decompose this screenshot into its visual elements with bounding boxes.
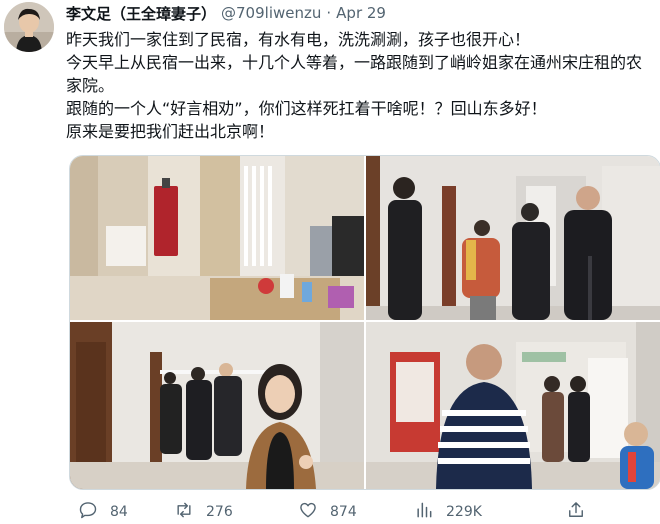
tweet-line: 今天早上从民宿一出来，十几个人等着，一路跟随到了峭岭姐家在通州宋庄租的农家院。 (66, 53, 643, 95)
tweet-line: 昨天我们一家住到了民宿，有水有电，洗洗涮涮，孩子也很开心！ (66, 30, 531, 49)
tweet-header: 李文足（王全璋妻子） @709liwenzu · Apr 29 (66, 2, 386, 24)
media-grid (69, 155, 660, 490)
photo-corridor-smiling-woman[interactable] (70, 322, 364, 489)
retweet-icon (174, 500, 206, 524)
avatar[interactable] (4, 2, 54, 52)
tweet-line: 原来是要把我们赶出北京啊！ (66, 122, 275, 141)
photo-room-interior[interactable] (70, 156, 364, 320)
retweet-count: 276 (206, 504, 233, 520)
reply-count: 84 (110, 504, 128, 520)
reply-button[interactable]: 84 (78, 500, 128, 524)
tweet-line: 跟随的一个人“好言相劝”，你们这样死扛着干啥呢！？回山东多好！ (66, 99, 547, 118)
avatar-photo (4, 2, 54, 52)
share-button[interactable] (566, 500, 598, 524)
views-button[interactable]: 229K (414, 500, 482, 524)
heart-icon (298, 500, 330, 524)
views-count: 229K (446, 504, 482, 520)
reply-icon (78, 500, 110, 524)
tweet-text: 昨天我们一家住到了民宿，有水有电，洗洗涮涮，孩子也很开心！ 今天早上从民宿一出来… (66, 28, 656, 143)
share-icon (566, 500, 598, 524)
like-button[interactable]: 874 (298, 500, 357, 524)
photo-lobby-crowd[interactable] (366, 322, 660, 489)
tweet-actions: 84 276 874 229K (66, 500, 626, 524)
like-count: 874 (330, 504, 357, 520)
author-display-name[interactable]: 李文足（王全璋妻子） (66, 3, 216, 24)
views-chart-icon (414, 500, 446, 524)
photo-hallway-men[interactable] (366, 156, 660, 320)
separator-dot: · (326, 4, 332, 22)
tweet-date[interactable]: Apr 29 (336, 4, 386, 22)
author-handle[interactable]: @709liwenzu (221, 4, 321, 22)
retweet-button[interactable]: 276 (174, 500, 233, 524)
